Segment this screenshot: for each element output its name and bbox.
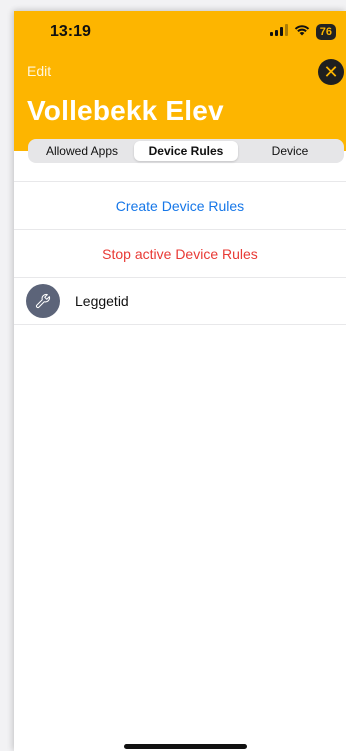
list-item[interactable]: Leggetid (14, 277, 346, 325)
status-icons: 76 (269, 23, 336, 41)
header: 13:19 76 Edit ✕ Vollebekk Elev (14, 11, 346, 151)
edit-button[interactable]: Edit (27, 63, 51, 79)
app-screen: 13:19 76 Edit ✕ Vollebekk Elev Allowed A… (14, 11, 346, 751)
battery-icon: 76 (315, 24, 336, 40)
stop-device-rules-button[interactable]: Stop active Device Rules (14, 229, 346, 277)
status-bar: 13:19 76 (14, 11, 346, 55)
segmented-control: Allowed Apps Device Rules Device (28, 139, 344, 163)
page-title: Vollebekk Elev (27, 95, 224, 126)
close-icon: ✕ (323, 62, 339, 82)
wrench-icon (26, 284, 60, 318)
tab-allowed-apps[interactable]: Allowed Apps (30, 141, 134, 161)
wifi-icon (294, 23, 310, 41)
signal-icon (269, 23, 288, 41)
status-time: 13:19 (50, 23, 91, 40)
list-item-label: Leggetid (75, 293, 129, 309)
rules-list: Create Device Rules Stop active Device R… (14, 181, 346, 325)
tab-device[interactable]: Device (238, 141, 342, 161)
tab-device-rules[interactable]: Device Rules (134, 141, 238, 161)
home-indicator (124, 744, 247, 749)
close-button[interactable]: ✕ (318, 59, 344, 85)
create-device-rules-button[interactable]: Create Device Rules (14, 181, 346, 229)
